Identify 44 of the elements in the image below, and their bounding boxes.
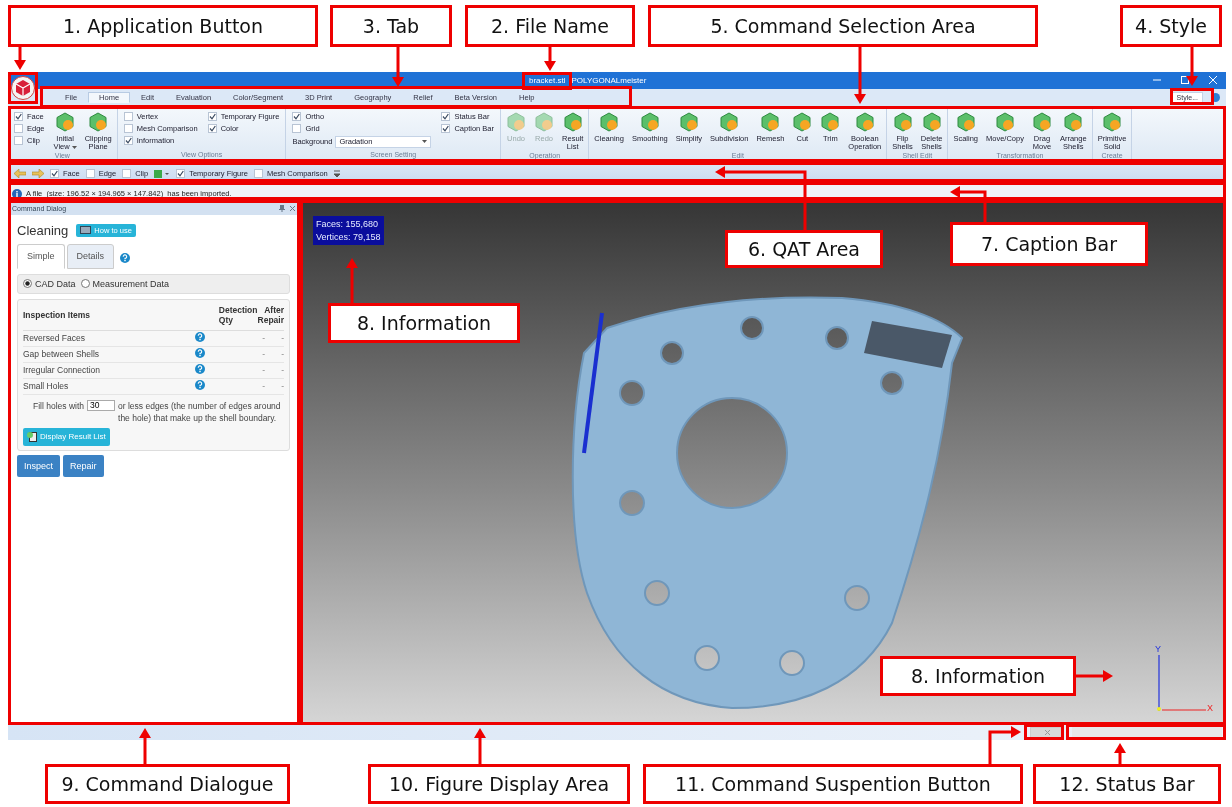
vertex-count: Vertices: 79,158: [316, 231, 381, 242]
table-cell-text: -: [261, 349, 265, 360]
face-count: Faces: 155,680: [316, 218, 380, 229]
table-cell-text: -: [280, 333, 284, 344]
fill-holes-text: or less edges (the number of edges around the hole) that make up the shell boundary.: [118, 399, 282, 424]
action-button[interactable]: Repair: [63, 454, 104, 477]
radio-label: Measurement Data: [92, 278, 170, 289]
callout-label: 10. Figure Display Area: [368, 764, 630, 804]
axis-label: X: [1207, 702, 1213, 713]
fill-holes-text: Fill holes with: [33, 399, 85, 412]
table-cell-text: -: [261, 381, 265, 392]
radio-label: CAD Data: [35, 278, 76, 289]
callout-label: 3. Tab: [330, 5, 452, 47]
table-cell-text: -: [280, 381, 284, 392]
callout-label: 8. Information: [328, 303, 520, 343]
callout-label: 2. File Name: [465, 5, 635, 47]
callout-label: 9. Command Dialogue: [45, 764, 290, 804]
table-cell-text: Gap between Shells: [23, 349, 101, 360]
hole-edges-field[interactable]: 30: [87, 399, 116, 411]
dialog-tab[interactable]: Simple: [17, 243, 65, 269]
callout-label: 8. Information: [880, 656, 1076, 696]
dialog-tab[interactable]: Details: [66, 243, 115, 269]
table-cell-text: -: [280, 349, 284, 360]
table-cell-text: Reversed Faces: [23, 333, 86, 344]
column-header: Inspection Items: [23, 309, 92, 320]
command-heading: Cleaning: [17, 222, 69, 238]
table-cell-text: -: [261, 365, 265, 376]
action-button[interactable]: Inspect: [17, 454, 61, 477]
column-header: Detection Qty: [218, 304, 258, 325]
table-cell-text: Small Holes: [23, 381, 70, 392]
file-name: bracket.stl: [529, 75, 566, 85]
table-cell-text: -: [280, 365, 284, 376]
callout-label: 6. QAT Area: [725, 230, 883, 268]
callout-label: 4. Style: [1120, 5, 1222, 47]
callout-label: 11. Command Suspention Button: [643, 764, 1023, 804]
callout-label: 5. Command Selection Area: [648, 5, 1038, 47]
axis-label: Y: [1155, 643, 1161, 654]
app-name: POLYGONALmeister: [571, 75, 647, 85]
callout-label: 7. Caption Bar: [950, 222, 1148, 266]
callout-label: 1. Application Button: [8, 5, 318, 47]
table-cell-text: -: [261, 333, 265, 344]
column-header: After Repair: [257, 304, 284, 325]
table-cell-text: Irregular Connection: [23, 365, 101, 376]
callout-label: 12. Status Bar: [1033, 764, 1221, 804]
